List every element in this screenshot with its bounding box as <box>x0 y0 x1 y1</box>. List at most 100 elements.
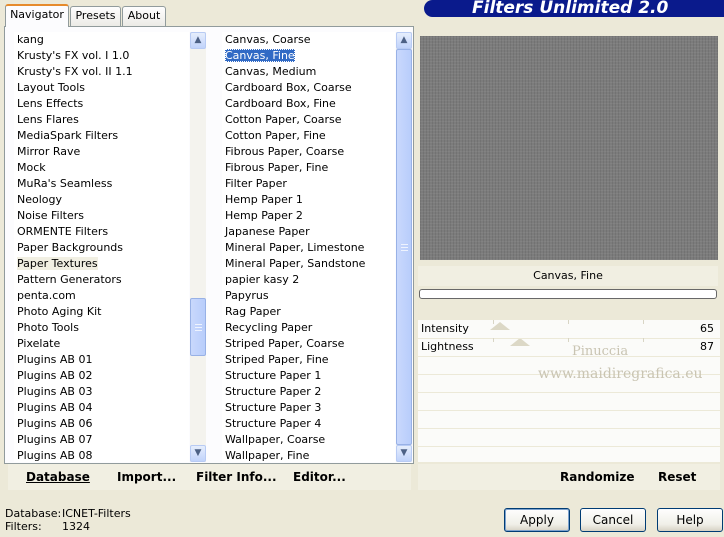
list-item[interactable]: Cotton Paper, Coarse <box>222 112 395 128</box>
scroll-down-button[interactable]: ▼ <box>396 445 412 462</box>
list-item-label: Striped Paper, Fine <box>225 353 329 366</box>
list-item[interactable]: Fibrous Paper, Coarse <box>222 144 395 160</box>
reset-button[interactable]: Reset <box>658 470 696 484</box>
list-item[interactable]: Cardboard Box, Coarse <box>222 80 395 96</box>
list-item[interactable]: MediaSpark Filters <box>14 128 189 144</box>
list-item-label: Neology <box>17 193 63 206</box>
list-item[interactable]: Filter Paper <box>222 176 395 192</box>
param-value: 87 <box>700 340 714 353</box>
list-item[interactable]: Layout Tools <box>14 80 189 96</box>
list-item[interactable]: Hemp Paper 1 <box>222 192 395 208</box>
list-item[interactable]: Canvas, Coarse <box>222 32 395 48</box>
list-item-label: papier kasy 2 <box>225 273 300 286</box>
list-item-label: Paper Textures <box>17 257 98 270</box>
cancel-button[interactable]: Cancel <box>580 508 646 532</box>
list-item[interactable]: Striped Paper, Coarse <box>222 336 395 352</box>
category-list[interactable]: kang Krusty's FX vol. I 1.0 Krusty's FX vo… <box>14 32 189 462</box>
list-item-label: Japanese Paper <box>225 225 310 238</box>
scroll-up-button[interactable]: ▲ <box>396 32 412 49</box>
list-item[interactable]: Plugins AB 06 <box>14 416 189 432</box>
list-item-label: ORMENTE Filters <box>17 225 109 238</box>
list-item[interactable]: Plugins AB 04 <box>14 400 189 416</box>
list-item-label: Papyrus <box>225 289 269 302</box>
list-item[interactable]: Mineral Paper, Sandstone <box>222 256 395 272</box>
list-item[interactable]: Plugins AB 07 <box>14 432 189 448</box>
tab-presets[interactable]: Presets <box>70 6 121 26</box>
list-item[interactable]: Paper Textures <box>14 256 189 272</box>
list-item[interactable]: Hemp Paper 2 <box>222 208 395 224</box>
filter-info-button[interactable]: Filter Info... <box>196 470 277 484</box>
list-item[interactable]: Recycling Paper <box>222 320 395 336</box>
list-item[interactable]: MuRa's Seamless <box>14 176 189 192</box>
list-item[interactable]: Plugins AB 01 <box>14 352 189 368</box>
list-item[interactable]: Wallpaper, Coarse <box>222 432 395 448</box>
list-item[interactable]: Photo Aging Kit <box>14 304 189 320</box>
list-item[interactable]: Lens Effects <box>14 96 189 112</box>
list-item[interactable]: Canvas, Fine <box>222 48 395 64</box>
list-item[interactable]: kang <box>14 32 189 48</box>
list-item[interactable]: Rag Paper <box>222 304 395 320</box>
list-item[interactable]: Pixelate <box>14 336 189 352</box>
list-item-label: Canvas, Medium <box>225 65 317 78</box>
list-item[interactable]: Cotton Paper, Fine <box>222 128 395 144</box>
filter-scrollbar[interactable]: ▲ ▼ <box>396 32 412 462</box>
list-item-label: Fibrous Paper, Fine <box>225 161 329 174</box>
list-item[interactable]: Plugins AB 08 <box>14 448 189 462</box>
list-item[interactable]: ORMENTE Filters <box>14 224 189 240</box>
param-row-empty <box>418 428 720 447</box>
list-item[interactable]: Structure Paper 1 <box>222 368 395 384</box>
list-item[interactable]: Canvas, Medium <box>222 64 395 80</box>
list-item-label: Structure Paper 4 <box>225 417 322 430</box>
list-item[interactable]: Structure Paper 3 <box>222 400 395 416</box>
list-item[interactable]: Pattern Generators <box>14 272 189 288</box>
database-button[interactable]: Database <box>26 470 90 484</box>
editor-button[interactable]: Editor... <box>293 470 346 484</box>
chevron-down-icon: ▼ <box>400 448 408 458</box>
category-scrollbar[interactable]: ▲ ▼ <box>190 32 206 462</box>
filter-list[interactable]: Canvas, Coarse Canvas, Fine Canvas, Medium… <box>222 32 395 462</box>
list-item[interactable]: papier kasy 2 <box>222 272 395 288</box>
list-item[interactable]: Structure Paper 2 <box>222 384 395 400</box>
randomize-button[interactable]: Randomize <box>560 470 634 484</box>
list-item[interactable]: penta.com <box>14 288 189 304</box>
list-item[interactable]: Cardboard Box, Fine <box>222 96 395 112</box>
list-item[interactable]: Wallpaper, Fine <box>222 448 395 462</box>
list-item[interactable]: Striped Paper, Fine <box>222 352 395 368</box>
list-item[interactable]: Japanese Paper <box>222 224 395 240</box>
list-item[interactable]: Paper Backgrounds <box>14 240 189 256</box>
scroll-thumb[interactable] <box>190 298 206 356</box>
list-item[interactable]: Plugins AB 02 <box>14 368 189 384</box>
list-item[interactable]: Mock <box>14 160 189 176</box>
list-item[interactable]: Neology <box>14 192 189 208</box>
scroll-down-button[interactable]: ▼ <box>190 445 206 462</box>
list-item[interactable]: Mineral Paper, Limestone <box>222 240 395 256</box>
list-item[interactable]: Papyrus <box>222 288 395 304</box>
scroll-up-button[interactable]: ▲ <box>190 32 206 49</box>
apply-button[interactable]: Apply <box>504 508 570 532</box>
tab-navigator[interactable]: Navigator <box>5 4 69 27</box>
list-item-label: kang <box>17 33 44 46</box>
list-item[interactable]: Lens Flares <box>14 112 189 128</box>
list-item[interactable]: Fibrous Paper, Fine <box>222 160 395 176</box>
status-filters-value: 1324 <box>62 520 90 533</box>
list-item[interactable]: Krusty's FX vol. I 1.0 <box>14 48 189 64</box>
import-button[interactable]: Import... <box>117 470 176 484</box>
list-item[interactable]: Plugins AB 03 <box>14 384 189 400</box>
list-item-label: Wallpaper, Coarse <box>225 433 326 446</box>
list-item[interactable]: Structure Paper 4 <box>222 416 395 432</box>
param-label: Lightness <box>421 340 474 353</box>
list-item[interactable]: Krusty's FX vol. II 1.1 <box>14 64 189 80</box>
tab-about[interactable]: About <box>122 6 166 26</box>
status-database-value: ICNET-Filters <box>62 507 131 520</box>
list-item[interactable]: Photo Tools <box>14 320 189 336</box>
param-row-lightness[interactable]: Lightness 87 <box>418 338 720 357</box>
list-item-label: Rag Paper <box>225 305 281 318</box>
list-item-label: Cardboard Box, Coarse <box>225 81 352 94</box>
list-item[interactable]: Mirror Rave <box>14 144 189 160</box>
scroll-thumb[interactable] <box>396 49 412 445</box>
parameter-panel: Intensity 65 Lightness 87 Pinuccia www.m… <box>418 320 720 462</box>
help-button[interactable]: Help <box>657 508 723 532</box>
list-item[interactable]: Noise Filters <box>14 208 189 224</box>
param-row-intensity[interactable]: Intensity 65 <box>418 320 720 339</box>
list-item-label: Mineral Paper, Limestone <box>225 241 365 254</box>
